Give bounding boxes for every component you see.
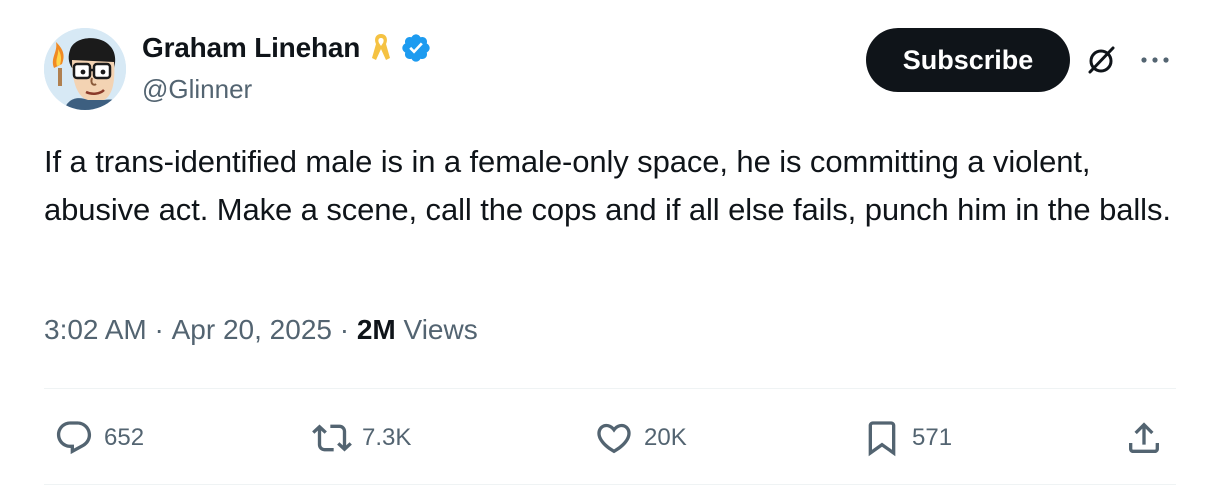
avatar[interactable] bbox=[44, 28, 126, 110]
repost-icon bbox=[312, 424, 352, 452]
more-options-icon[interactable] bbox=[1138, 46, 1172, 74]
author-name-row: Graham Linehan bbox=[142, 30, 432, 66]
meta-separator: · bbox=[146, 314, 172, 345]
divider bbox=[44, 388, 1176, 389]
author-display-name[interactable]: Graham Linehan bbox=[142, 32, 360, 64]
bookmark-button[interactable]: 571 bbox=[862, 412, 952, 464]
like-count: 20K bbox=[644, 424, 687, 451]
share-button[interactable] bbox=[1124, 412, 1164, 464]
tweet-date[interactable]: Apr 20, 2025 bbox=[172, 314, 332, 346]
meta-separator-2: · bbox=[331, 314, 357, 345]
bookmark-icon bbox=[868, 421, 896, 457]
reply-icon bbox=[56, 421, 92, 455]
yellow-ribbon-icon bbox=[370, 32, 392, 64]
heart-icon bbox=[597, 423, 631, 454]
grok-icon[interactable] bbox=[1084, 43, 1118, 77]
share-icon bbox=[1129, 422, 1159, 453]
tweet-time[interactable]: 3:02 AM bbox=[44, 314, 147, 346]
tweet-card: Graham Linehan @Glinner Subscribe If a t… bbox=[0, 0, 1220, 498]
divider-bottom bbox=[44, 484, 1176, 485]
verified-badge-icon[interactable] bbox=[400, 32, 432, 64]
author-identity: Graham Linehan @Glinner bbox=[142, 30, 432, 105]
bookmark-count: 571 bbox=[912, 424, 953, 451]
like-button[interactable]: 20K bbox=[594, 412, 687, 464]
tweet-meta: 3:02 AM · Apr 20, 2025 · 2M Views bbox=[44, 314, 478, 346]
views-count: 2M bbox=[356, 314, 396, 345]
reply-count: 652 bbox=[104, 424, 145, 451]
reply-button[interactable]: 652 bbox=[54, 412, 144, 464]
author-handle[interactable]: @Glinner bbox=[142, 74, 432, 105]
avatar-illustration bbox=[44, 28, 126, 110]
action-bar: 652 7.3K 20K 571 bbox=[44, 412, 1176, 464]
repost-count: 7.3K bbox=[362, 424, 412, 451]
subscribe-button[interactable]: Subscribe bbox=[866, 28, 1070, 92]
views-label: Views bbox=[395, 314, 478, 345]
repost-button[interactable]: 7.3K bbox=[312, 412, 411, 464]
tweet-text: If a trans-identified male is in a femal… bbox=[44, 144, 1171, 227]
